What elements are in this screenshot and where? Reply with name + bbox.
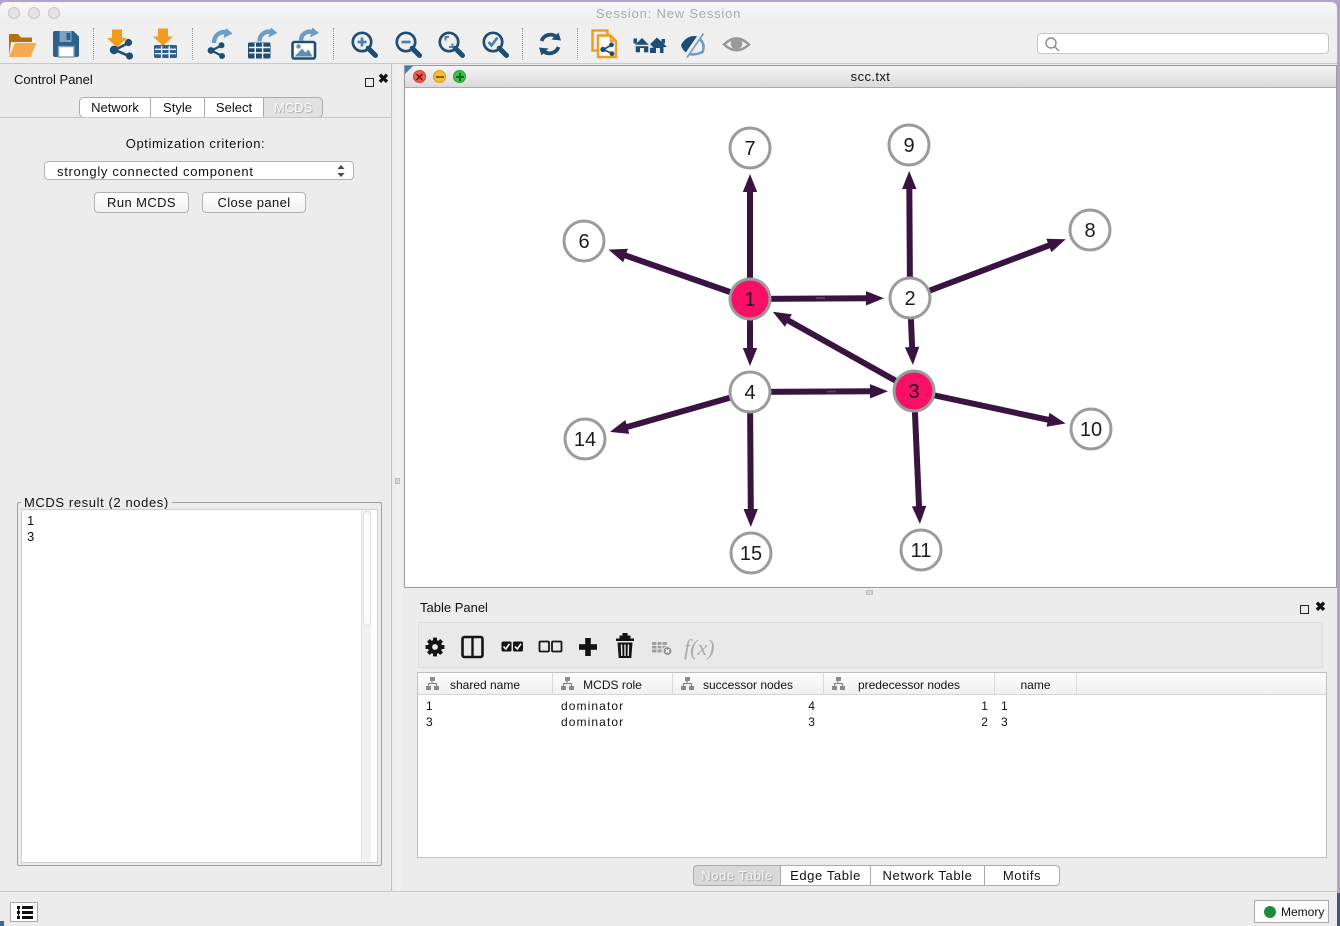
svg-text:9: 9 xyxy=(903,135,914,157)
svg-text:15: 15 xyxy=(740,543,762,565)
svg-text:11: 11 xyxy=(911,540,932,562)
svg-text:f(x): f(x) xyxy=(684,635,715,660)
svg-text:6: 6 xyxy=(578,231,589,253)
svg-text:10: 10 xyxy=(1080,419,1102,441)
svg-text:1: 1 xyxy=(744,289,755,311)
svg-text:2: 2 xyxy=(904,288,915,310)
svg-text:7: 7 xyxy=(744,138,755,160)
svg-text:8: 8 xyxy=(1084,220,1095,242)
svg-text:4: 4 xyxy=(744,382,755,404)
svg-text:14: 14 xyxy=(574,429,596,451)
svg-text:3: 3 xyxy=(908,381,919,403)
